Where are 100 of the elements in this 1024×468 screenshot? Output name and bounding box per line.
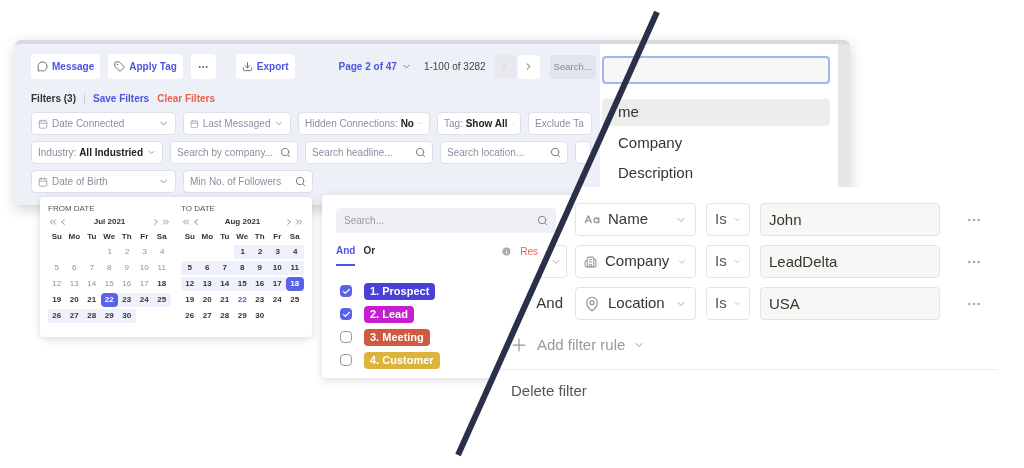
- filter-dropdown[interactable]: Hidden Connections: No: [298, 112, 430, 135]
- checkbox[interactable]: [340, 308, 352, 320]
- weekday-label: Mo: [67, 231, 82, 243]
- calendar-day[interactable]: 3: [269, 245, 287, 259]
- field-select[interactable]: Location: [575, 287, 696, 320]
- filter-dropdown[interactable]: Industry: All Industried: [31, 141, 163, 164]
- calendar-day[interactable]: 23: [251, 293, 269, 307]
- calendar-icon: [190, 118, 199, 129]
- next-year-icon[interactable]: [294, 216, 304, 227]
- calendar-day[interactable]: 25: [153, 293, 171, 307]
- calendar-day[interactable]: 22: [100, 293, 118, 307]
- calendar-day[interactable]: 22: [233, 293, 251, 307]
- field-select[interactable]: Company: [575, 245, 696, 278]
- message-button[interactable]: Message: [31, 54, 101, 79]
- calendar-day[interactable]: 24: [268, 293, 286, 307]
- map-pin-icon: [584, 295, 600, 312]
- value-field[interactable]: USA: [760, 287, 940, 320]
- condition-select[interactable]: Is: [706, 245, 750, 278]
- month-title: Jul 2021: [93, 215, 126, 228]
- search-field[interactable]: Search...: [549, 54, 596, 79]
- calendar-icon: [38, 176, 48, 187]
- previous-month-icon[interactable]: [58, 216, 68, 227]
- reset-button[interactable]: Res: [520, 244, 538, 259]
- calendar-day[interactable]: 30: [118, 309, 136, 323]
- weekday-label: Sa: [288, 231, 301, 243]
- calendar-day[interactable]: 16: [251, 277, 269, 291]
- calendar-day[interactable]: 12: [181, 277, 199, 291]
- delete-filter-button[interactable]: Delete filter: [511, 379, 587, 402]
- calendar-day[interactable]: 21: [216, 293, 234, 307]
- previous-year-icon[interactable]: [181, 216, 191, 227]
- calendar-day[interactable]: 20: [198, 293, 216, 307]
- download-icon: [241, 61, 253, 72]
- more-button[interactable]: [190, 54, 216, 79]
- menu-item[interactable]: me: [602, 99, 830, 126]
- weekday-label: We: [235, 231, 250, 243]
- calendar-day[interactable]: 25: [286, 293, 304, 307]
- mode-tab[interactable]: And: [336, 243, 356, 266]
- value-field[interactable]: LeadDelta: [760, 245, 940, 278]
- calendar-day[interactable]: 7: [216, 261, 234, 275]
- calendar-icon: [38, 118, 48, 129]
- next-year-icon[interactable]: [161, 216, 171, 227]
- calendar-day[interactable]: 11: [286, 261, 304, 275]
- next-month-icon[interactable]: [284, 216, 294, 227]
- scrollbar[interactable]: [838, 44, 850, 187]
- condition-select[interactable]: Is: [706, 203, 750, 236]
- calendar-heading: TO DATE: [181, 203, 216, 214]
- calendar-day[interactable]: 26: [48, 309, 66, 323]
- calendar-day[interactable]: 29: [233, 309, 251, 323]
- page-dropdown[interactable]: Page 2 of 47: [338, 59, 412, 74]
- tag-label: 4. Customer: [364, 351, 440, 369]
- calendar-day[interactable]: 21: [83, 293, 101, 307]
- weekday-label: Th: [120, 231, 133, 243]
- tag-label: 1. Prospect: [364, 282, 436, 300]
- next-page-button[interactable]: [517, 54, 540, 79]
- weekday-label: We: [102, 231, 117, 243]
- calendar-day[interactable]: 30: [251, 309, 269, 323]
- next-month-icon[interactable]: [151, 216, 161, 227]
- search-icon: [537, 215, 548, 226]
- calendar-day[interactable]: 14: [216, 277, 234, 291]
- checkbox[interactable]: [340, 354, 352, 366]
- calendar-day[interactable]: 9: [118, 261, 136, 275]
- export-button[interactable]: Export: [235, 54, 295, 79]
- checkbox[interactable]: [340, 285, 352, 297]
- weekday-label: Su: [183, 231, 196, 243]
- mode-tab[interactable]: Or: [363, 243, 376, 266]
- calendar-day[interactable]: 23: [118, 293, 136, 307]
- condition-select[interactable]: Is: [706, 287, 750, 320]
- search-icon: [295, 176, 306, 187]
- menu-item[interactable]: Description: [602, 160, 830, 187]
- previous-year-icon[interactable]: [48, 216, 58, 227]
- calendar-day[interactable]: 5: [181, 261, 199, 275]
- calendar-day[interactable]: 26: [181, 309, 199, 323]
- month-title: Aug 2021: [224, 215, 261, 228]
- calendar-day[interactable]: 28: [216, 309, 234, 323]
- calendar-heading: FROM DATE: [48, 203, 96, 214]
- calendar-day[interactable]: 20: [65, 293, 83, 307]
- calendar-day[interactable]: 27: [198, 309, 216, 323]
- value-field[interactable]: John: [760, 203, 940, 236]
- calendar-day[interactable]: 19: [181, 293, 199, 307]
- weekday-label: Sa: [155, 231, 168, 243]
- calendar-day[interactable]: 18: [153, 277, 171, 291]
- calendar-day[interactable]: 18: [286, 277, 304, 291]
- calendar-day[interactable]: 1: [234, 245, 252, 259]
- calendar-day[interactable]: 19: [48, 293, 66, 307]
- connector-label: And: [536, 293, 564, 314]
- filter-field[interactable]: [575, 141, 591, 164]
- tag-icon: [114, 61, 126, 72]
- search-field[interactable]: [602, 56, 830, 84]
- menu-item[interactable]: Company: [602, 129, 830, 157]
- calendar-day[interactable]: 28: [83, 309, 101, 323]
- tag-button[interactable]: Apply Tag: [108, 54, 183, 79]
- save-filters-link[interactable]: Save Filters: [93, 91, 150, 106]
- info-icon: [501, 246, 513, 257]
- calendar-day[interactable]: 9: [251, 261, 269, 275]
- result-range: 1-100 of 3282: [423, 60, 486, 74]
- previous-month-icon[interactable]: [191, 216, 201, 227]
- filter-dropdown[interactable]: Tag: Show All: [437, 112, 521, 135]
- weekday-label: Su: [50, 231, 63, 243]
- checkbox[interactable]: [340, 331, 352, 343]
- field-select[interactable]: Name: [575, 203, 696, 236]
